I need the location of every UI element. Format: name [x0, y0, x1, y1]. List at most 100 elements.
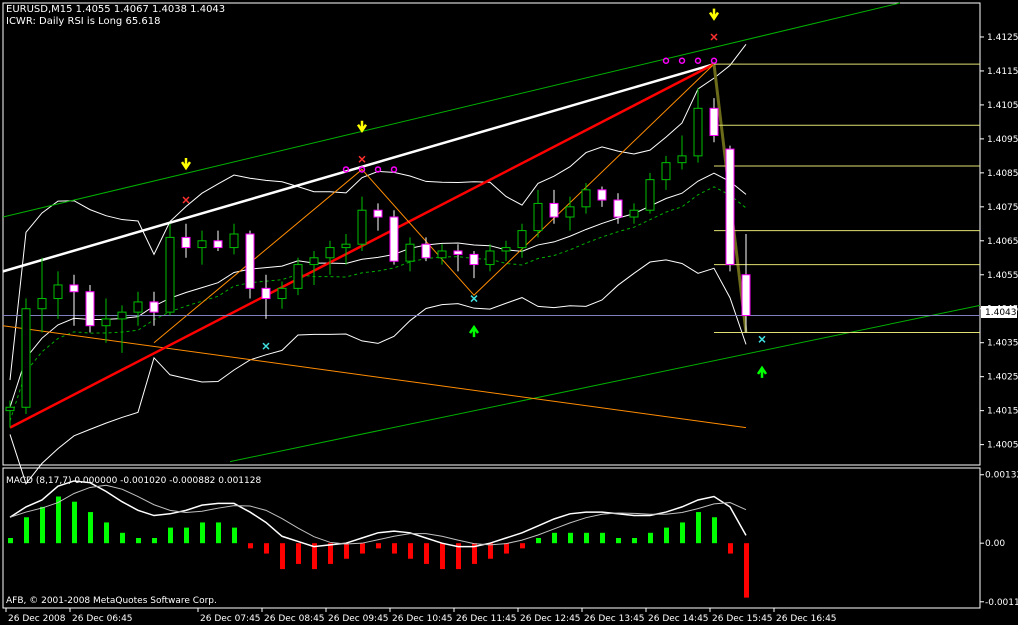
bull-candle	[165, 236, 175, 313]
time-tick-label: 26 Dec 13:45	[584, 614, 645, 624]
bear-candle	[613, 199, 623, 218]
time-tick-label: 26 Dec 11:45	[456, 614, 517, 624]
macd-bar-negative	[296, 543, 301, 564]
bear-candle	[85, 291, 95, 327]
time-tick-label: 26 Dec 10:45	[392, 614, 453, 624]
bull-candle	[325, 247, 335, 259]
macd-bar-negative	[424, 543, 429, 564]
copyright-text: AFB, © 2001-2008 MetaQuotes Software Cor…	[6, 596, 217, 606]
bear-candle	[373, 209, 383, 218]
macd-bar-negative	[408, 543, 413, 559]
bull-candle	[533, 202, 543, 232]
bull-candle	[53, 284, 63, 300]
macd-bar-positive	[168, 527, 173, 544]
bear-candle	[453, 250, 463, 255]
macd-bar-positive	[712, 517, 717, 544]
bull-candle	[501, 247, 511, 252]
bull-candle	[581, 189, 591, 208]
macd-bar-negative	[520, 543, 525, 549]
bull-candle	[21, 308, 31, 408]
bear-candle	[181, 236, 191, 249]
macd-bar-positive	[552, 532, 557, 544]
macd-bar-positive	[104, 522, 109, 544]
bull-candle	[37, 298, 47, 310]
macd-bar-negative	[248, 543, 253, 549]
macd-bar-negative	[376, 543, 381, 549]
bear-candle	[213, 240, 223, 249]
price-tick-label: 1.4035	[987, 339, 1018, 349]
bull-candle	[485, 250, 495, 266]
macd-bar-positive	[664, 527, 669, 544]
macd-tick-label: 0.00132	[985, 471, 1018, 481]
bull-candle	[101, 318, 111, 327]
bear-candle	[389, 216, 399, 262]
bull-candle	[133, 301, 143, 313]
macd-bar-positive	[632, 538, 637, 544]
bull-candle	[341, 243, 351, 249]
macd-bar-positive	[216, 522, 221, 544]
macd-bar-positive	[696, 512, 701, 544]
macd-bar-negative	[504, 543, 509, 554]
bear-candle	[245, 233, 255, 289]
macd-bar-positive	[88, 512, 93, 544]
bear-candle	[597, 189, 607, 201]
trading-chart[interactable]: 1.4125 1.4115 1.4105 1.4095 1.4085 1.4075 1.40…	[0, 0, 1018, 625]
price-tick-label: 1.4115	[987, 67, 1018, 77]
bull-candle	[277, 287, 287, 300]
macd-bar-positive	[24, 517, 29, 544]
macd-bar-positive	[680, 522, 685, 544]
macd-bar-negative	[728, 543, 733, 554]
price-tick-label: 1.4015	[987, 407, 1018, 417]
macd-bar-positive	[120, 532, 125, 544]
macd-bar-positive	[72, 501, 77, 544]
price-tick-label: 1.4055	[987, 271, 1018, 281]
macd-bar-positive	[136, 538, 141, 544]
macd-bar-positive	[536, 538, 541, 544]
price-tick-label: 1.4105	[987, 101, 1018, 111]
bear-candle	[421, 243, 431, 259]
macd-label: MACD (8,17,7) 0.000000 -0.001020 -0.0008…	[6, 476, 261, 486]
macd-bar-negative	[744, 543, 749, 598]
time-tick-label: 26 Dec 16:45	[776, 614, 837, 624]
macd-tick-label: -0.00113	[985, 598, 1018, 608]
macd-bar-positive	[200, 522, 205, 544]
time-tick-label: 26 Dec 08:45	[264, 614, 325, 624]
current-price-label: 1.4043	[985, 308, 1017, 318]
bear-candle	[149, 301, 159, 313]
bear-candle	[741, 274, 751, 317]
bull-candle	[197, 240, 207, 249]
bull-candle	[117, 311, 127, 320]
indicator-header: ICWR: Daily RSI is Long 65.618	[6, 16, 160, 27]
bear-candle	[549, 202, 559, 218]
bull-candle	[693, 107, 703, 157]
macd-bar-positive	[568, 532, 573, 544]
macd-bar-positive	[584, 532, 589, 544]
macd-bar-negative	[392, 543, 397, 554]
price-tick-label: 1.4005	[987, 441, 1018, 451]
bull-candle	[437, 250, 447, 259]
bear-candle	[69, 284, 79, 293]
bull-candle	[629, 209, 639, 218]
time-tick-label: 26 Dec 06:45	[72, 614, 133, 624]
time-tick-label: 26 Dec 14:45	[648, 614, 709, 624]
bear-candle	[725, 148, 735, 266]
bull-candle	[309, 257, 319, 266]
price-tick-label: 1.4025	[987, 373, 1018, 383]
macd-bar-negative	[264, 543, 269, 554]
time-tick-label: 26 Dec 15:45	[712, 614, 773, 624]
macd-bar-negative	[360, 543, 365, 554]
macd-bar-negative	[440, 543, 445, 570]
macd-bar-positive	[184, 527, 189, 544]
macd-bar-positive	[152, 538, 157, 544]
bull-candle	[661, 162, 671, 181]
time-tick-label: 26 Dec 07:45	[200, 614, 261, 624]
macd-bar-positive	[600, 532, 605, 544]
bull-candle	[5, 406, 15, 412]
macd-bar-negative	[280, 543, 285, 570]
bull-candle	[517, 230, 527, 249]
bull-candle	[645, 179, 655, 211]
macd-bar-positive	[616, 538, 621, 544]
price-tick-label: 1.4125	[987, 33, 1018, 43]
bear-candle	[261, 287, 271, 300]
macd-bar-positive	[232, 527, 237, 544]
